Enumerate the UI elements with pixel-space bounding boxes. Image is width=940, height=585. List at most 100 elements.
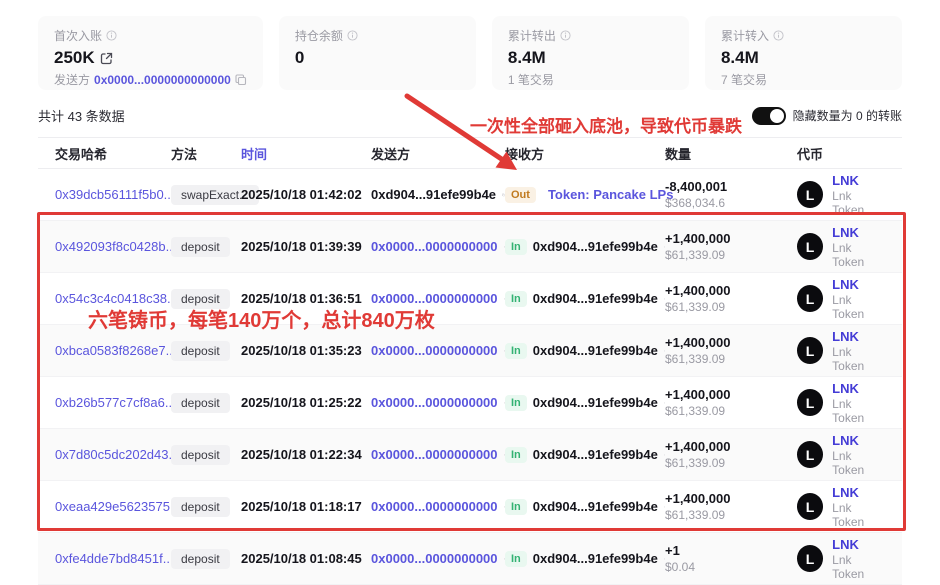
records-count: 共计 43 条数据 <box>38 106 125 125</box>
amount-value: +1 <box>665 543 797 558</box>
table-row: 0xfe4dde7bd8451f...deposit2025/10/18 01:… <box>38 533 902 585</box>
direction-badge: In <box>505 343 527 359</box>
tx-hash-link[interactable]: 0x39dcb56111f5b0... <box>55 187 175 202</box>
token-info: LNKLnk Token <box>832 329 885 373</box>
receiver-address: 0xd904...91efe99b4e <box>533 447 658 462</box>
sender-address-link[interactable]: 0x0000...0000000000 <box>371 291 498 306</box>
sender-address-link[interactable]: 0x0000...0000000000 <box>371 447 498 462</box>
tx-hash-cell: 0xeaa429e5623575... <box>55 499 171 514</box>
hide-zero-toggle[interactable] <box>752 107 786 125</box>
stat-card-total-in: 累计转入 8.4M 7 笔交易 <box>705 16 902 90</box>
tx-hash-link[interactable]: 0xeaa429e5623575... <box>55 499 181 514</box>
tx-hash-link[interactable]: 0x492093f8c0428b... <box>55 239 176 254</box>
stats-row: 首次入账 250K 发送方 0x0000...0000000000000 持仓余… <box>0 0 940 90</box>
method-cell: deposit <box>171 549 241 569</box>
token-cell: LLNKLnk Token <box>797 277 885 321</box>
info-icon <box>560 30 571 41</box>
amount-cell: +1,400,000$61,339.09 <box>665 283 797 314</box>
amount-value: +1,400,000 <box>665 439 797 454</box>
amount-usd: $61,339.09 <box>665 404 797 418</box>
hide-zero-label: 隐藏数量为 0 的转账 <box>793 107 902 124</box>
token-info: LNKLnk Token <box>832 277 885 321</box>
table-row: 0xeaa429e5623575...deposit2025/10/18 01:… <box>38 481 902 533</box>
token-symbol[interactable]: LNK <box>832 329 885 344</box>
stat-label: 累计转出 <box>508 27 673 44</box>
amount-usd: $61,339.09 <box>665 508 797 522</box>
direction-badge: In <box>505 291 527 307</box>
tx-time: 2025/10/18 01:35:23 <box>241 343 371 358</box>
table-body: 0x39dcb56111f5b0...swapExact...2025/10/1… <box>38 169 902 585</box>
tx-hash-link[interactable]: 0xbca0583f8268e7... <box>55 343 176 358</box>
token-symbol[interactable]: LNK <box>832 485 885 500</box>
tx-hash-cell: 0x492093f8c0428b... <box>55 239 171 254</box>
col-time[interactable]: 时间 <box>241 144 371 163</box>
direction-badge: In <box>505 551 527 567</box>
sender-cell: 0x0000...0000000000 <box>371 239 505 254</box>
token-avatar: L <box>797 441 823 468</box>
hide-zero-toggle-wrap[interactable]: 隐藏数量为 0 的转账 <box>752 107 902 125</box>
tx-hash-link[interactable]: 0x54c3c4c0418c38... <box>55 291 178 306</box>
col-receiver[interactable]: 接收方 <box>505 144 665 163</box>
token-symbol[interactable]: LNK <box>832 381 885 396</box>
receiver-address-link[interactable]: Token: Pancake LPs <box>548 187 673 202</box>
col-hash[interactable]: 交易哈希 <box>55 144 171 163</box>
tx-hash-cell: 0x7d80c5dc202d43... <box>55 447 171 462</box>
token-cell: L LNKLnk Token <box>797 329 885 373</box>
token-avatar: L <box>797 389 823 416</box>
sender-address-link[interactable]: 0x0000...0000000000000 <box>94 73 231 87</box>
token-name: Lnk Token <box>832 293 885 321</box>
sender-address-link[interactable]: 0x0000...0000000000 <box>371 395 498 410</box>
method-cell: deposit <box>171 237 241 257</box>
tx-hash-cell: 0xfe4dde7bd8451f... <box>55 551 171 566</box>
sender-cell: 0x0000...0000000000 <box>371 551 505 566</box>
receiver-cell: In 0xd904...91efe99b4e <box>505 447 665 463</box>
amount-value: +1,400,000 <box>665 387 797 402</box>
table-row: 0xb26b577c7cf8a6...deposit2025/10/18 01:… <box>38 377 902 429</box>
sender-address-link[interactable]: 0x0000...0000000000 <box>371 343 498 358</box>
token-name: Lnk Token <box>832 241 885 269</box>
col-token[interactable]: 代币 <box>797 144 885 163</box>
token-symbol[interactable]: LNK <box>832 433 885 448</box>
sender-address-link[interactable]: 0x0000...0000000000 <box>371 239 498 254</box>
external-link-icon[interactable] <box>100 52 113 65</box>
method-cell: deposit <box>171 497 241 517</box>
token-info: LNKLnk Token <box>832 485 885 529</box>
receiver-address: 0xd904...91efe99b4e <box>533 395 658 410</box>
tx-time: 2025/10/18 01:42:02 <box>241 187 371 202</box>
token-cell: LLNKLnk Token <box>797 537 885 581</box>
method-cell: deposit <box>171 341 241 361</box>
stat-label: 持仓余额 <box>295 27 460 44</box>
token-symbol[interactable]: LNK <box>832 537 885 552</box>
copy-icon[interactable] <box>235 74 247 86</box>
method-badge: deposit <box>171 393 230 413</box>
token-info: LNKLnk Token <box>832 381 885 425</box>
col-method[interactable]: 方法 <box>171 144 241 163</box>
transactions-table: 交易哈希 方法 时间 发送方 接收方 数量 代币 0x39dcb56111f5b… <box>38 137 902 585</box>
amount-usd: $0.04 <box>665 560 797 574</box>
sender-address-link[interactable]: 0x0000...0000000000 <box>371 499 498 514</box>
tx-hash-link[interactable]: 0xb26b577c7cf8a6... <box>55 395 176 410</box>
direction-badge: In <box>505 447 527 463</box>
amount-value: +1,400,000 <box>665 491 797 506</box>
sender-cell: 0xd904...91efe99b4e <box>371 187 505 202</box>
token-symbol[interactable]: LNK <box>832 173 885 188</box>
sender-cell: 0x0000...0000000000 <box>371 447 505 462</box>
token-avatar: L <box>797 181 823 208</box>
col-amount[interactable]: 数量 <box>665 144 797 163</box>
table-row: 0x7d80c5dc202d43...deposit2025/10/18 01:… <box>38 429 902 481</box>
receiver-cell: In0xd904...91efe99b4e <box>505 343 665 359</box>
table-header: 交易哈希 方法 时间 发送方 接收方 数量 代币 <box>38 138 902 169</box>
token-avatar: L <box>797 493 823 520</box>
token-symbol[interactable]: LNK <box>832 225 885 240</box>
tx-time: 2025/10/18 01:22:34 <box>241 447 371 462</box>
col-sender[interactable]: 发送方 <box>371 144 505 163</box>
tx-hash-link[interactable]: 0x7d80c5dc202d43... <box>55 447 179 462</box>
token-symbol[interactable]: LNK <box>832 277 885 292</box>
tx-hash-link[interactable]: 0xfe4dde7bd8451f... <box>55 551 174 566</box>
token-avatar: L <box>797 337 823 364</box>
first-deposit-value: 250K <box>54 48 247 68</box>
sender-address-link[interactable]: 0x0000...0000000000 <box>371 551 498 566</box>
token-name: Lnk Token <box>832 449 885 477</box>
tx-count-text: 7 笔交易 <box>721 71 767 88</box>
direction-badge: In <box>505 239 527 255</box>
